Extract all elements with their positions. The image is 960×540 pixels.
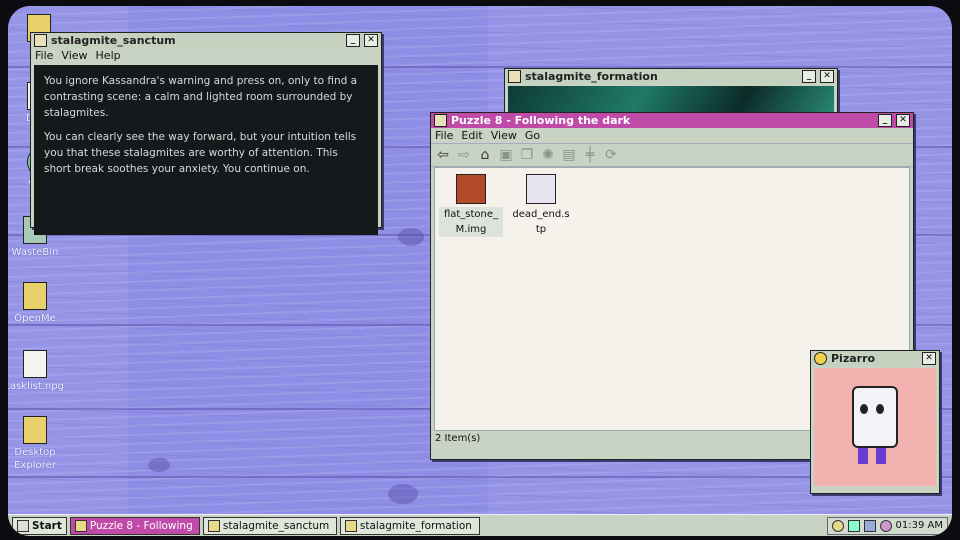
menu-edit[interactable]: Edit: [461, 129, 482, 142]
file-name: dead_end.stp: [512, 209, 570, 235]
lightbulb-icon: [814, 352, 827, 365]
mascot-eye: [876, 404, 884, 414]
app-icon: [344, 519, 357, 532]
file-name: flat_stone_M.img: [439, 207, 503, 237]
clock-icon: [879, 519, 892, 532]
refresh-icon[interactable]: ⟳: [603, 147, 619, 163]
minimize-button[interactable]: _: [878, 114, 892, 127]
start-label: Start: [32, 519, 62, 532]
lightbulb-icon[interactable]: [831, 519, 844, 532]
sanctum-titlebar[interactable]: stalagmite_sanctum _ ✕: [31, 33, 381, 48]
task-label: stalagmite_formation: [359, 519, 472, 532]
mascot-leg: [876, 448, 886, 464]
back-arrow-icon[interactable]: ⇦: [435, 147, 451, 163]
app-icon: [207, 519, 220, 532]
desktop-icon-label: OpenMe: [14, 313, 56, 324]
window-title: Pizarro: [831, 352, 876, 365]
start-button[interactable]: Start: [12, 516, 67, 535]
task-button-puzzle[interactable]: Puzzle 8 - Following: [69, 516, 200, 535]
wood-knot: [388, 484, 418, 504]
task-button-sanctum[interactable]: stalagmite_sanctum: [202, 516, 337, 535]
formation-titlebar[interactable]: stalagmite_formation _ ✕: [505, 69, 837, 84]
forward-arrow-icon[interactable]: ⇨: [456, 147, 472, 163]
mascot-eye: [860, 404, 868, 414]
story-paragraph: You can clearly see the way forward, but…: [44, 131, 357, 175]
notepad-icon: [23, 350, 47, 378]
system-tray: 01:39 AM: [826, 516, 948, 535]
paste-icon[interactable]: ▤: [561, 147, 577, 163]
desktop: Doc Docu Web WasteBin OpenMe tasklist.np…: [8, 6, 952, 536]
menu-view[interactable]: View: [61, 49, 87, 62]
stp-file-icon: [526, 174, 556, 204]
minimize-button[interactable]: _: [802, 70, 816, 83]
clock-label: 01:39 AM: [895, 520, 943, 531]
menu-help[interactable]: Help: [96, 49, 121, 62]
copy-icon[interactable]: ❐: [519, 147, 535, 163]
menu-go[interactable]: Go: [525, 129, 540, 142]
wood-knot: [148, 458, 170, 472]
story-text-pane: You ignore Kassandra's warning and press…: [34, 65, 378, 235]
window-title: Puzzle 8 - Following the dark: [451, 114, 631, 127]
app-icon: [508, 70, 521, 83]
cut-icon[interactable]: ▣: [498, 147, 514, 163]
calendar-mascot: [852, 386, 898, 448]
close-button[interactable]: ✕: [896, 114, 910, 127]
network-icon[interactable]: [847, 519, 860, 532]
settings-icon[interactable]: ✺: [540, 147, 556, 163]
story-paragraph: You ignore Kassandra's warning and press…: [44, 75, 358, 119]
menu-file[interactable]: File: [35, 49, 53, 62]
close-button[interactable]: ✕: [922, 352, 936, 365]
task-label: stalagmite_sanctum: [222, 519, 330, 532]
close-button[interactable]: ✕: [820, 70, 834, 83]
file-item[interactable]: flat_stone_M.img: [439, 174, 503, 237]
taskbar: Start Puzzle 8 - Following stalagmite_sa…: [8, 514, 952, 536]
separator-icon[interactable]: ╪: [582, 147, 598, 163]
menu-file[interactable]: File: [435, 129, 453, 142]
menu-view[interactable]: View: [491, 129, 517, 142]
folder-icon: [23, 282, 47, 310]
task-label: Puzzle 8 - Following: [89, 519, 193, 532]
mascot-leg: [858, 448, 868, 464]
start-icon: [17, 519, 29, 532]
desktop-icon-tasklist[interactable]: tasklist.npg: [8, 350, 64, 393]
desktop-icon-label: WasteBin: [11, 247, 59, 258]
image-file-icon: [456, 174, 486, 204]
sanctum-window[interactable]: stalagmite_sanctum _ ✕ File View Help Yo…: [30, 32, 382, 235]
app-icon: [74, 519, 87, 532]
task-button-formation[interactable]: stalagmite_formation: [339, 516, 480, 535]
close-button[interactable]: ✕: [364, 34, 378, 47]
app-icon: [434, 114, 447, 127]
volume-icon[interactable]: [863, 519, 876, 532]
desktop-icon-label: tasklist.npg: [8, 381, 64, 392]
assistant-portrait: [814, 368, 936, 486]
minimize-button[interactable]: _: [346, 34, 360, 47]
desktop-icon-explorer[interactable]: Desktop Explorer: [8, 416, 64, 472]
wood-knot: [398, 228, 424, 246]
window-title: stalagmite_formation: [525, 70, 658, 83]
folder-icon: [23, 416, 47, 444]
window-title: stalagmite_sanctum: [51, 34, 176, 47]
app-icon: [34, 34, 47, 47]
toolbar: ⇦ ⇨ ⌂ ▣ ❐ ✺ ▤ ╪ ⟳: [431, 143, 913, 167]
desktop-icon-openme[interactable]: OpenMe: [8, 282, 64, 325]
menubar: File View Help: [31, 48, 381, 63]
menubar: File Edit View Go: [431, 128, 913, 143]
assistant-window[interactable]: Pizarro ✕: [810, 350, 940, 494]
up-folder-icon[interactable]: ⌂: [477, 147, 493, 163]
assistant-titlebar[interactable]: Pizarro ✕: [811, 351, 939, 366]
explorer-titlebar[interactable]: Puzzle 8 - Following the dark _ ✕: [431, 113, 913, 128]
file-item[interactable]: dead_end.stp: [509, 174, 573, 237]
desktop-icon-label: Desktop Explorer: [14, 447, 56, 471]
